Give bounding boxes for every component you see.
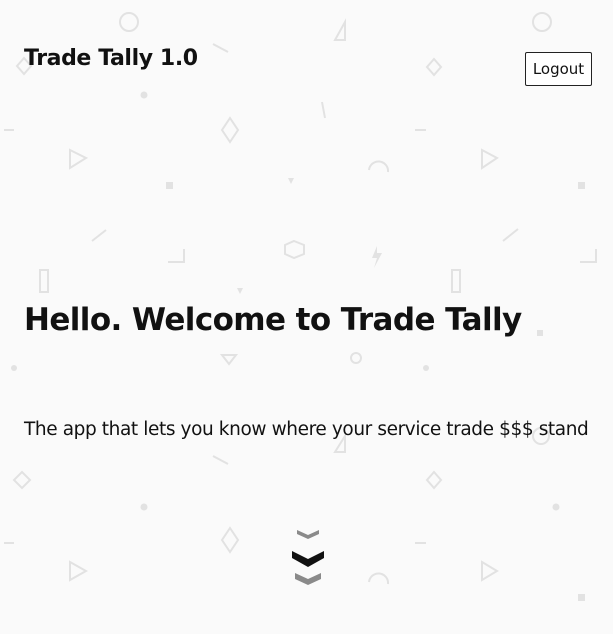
logout-button[interactable]: Logout <box>525 52 592 86</box>
welcome-heading: Hello. Welcome to Trade Tally <box>24 302 522 338</box>
landing-page: Trade Tally 1.0 Logout Hello. Welcome to… <box>0 0 613 634</box>
chevrons-down-icon <box>292 530 324 585</box>
scroll-down-button[interactable] <box>286 526 330 590</box>
app-title: Trade Tally 1.0 <box>24 46 198 71</box>
tagline: The app that lets you know where your se… <box>24 419 589 440</box>
